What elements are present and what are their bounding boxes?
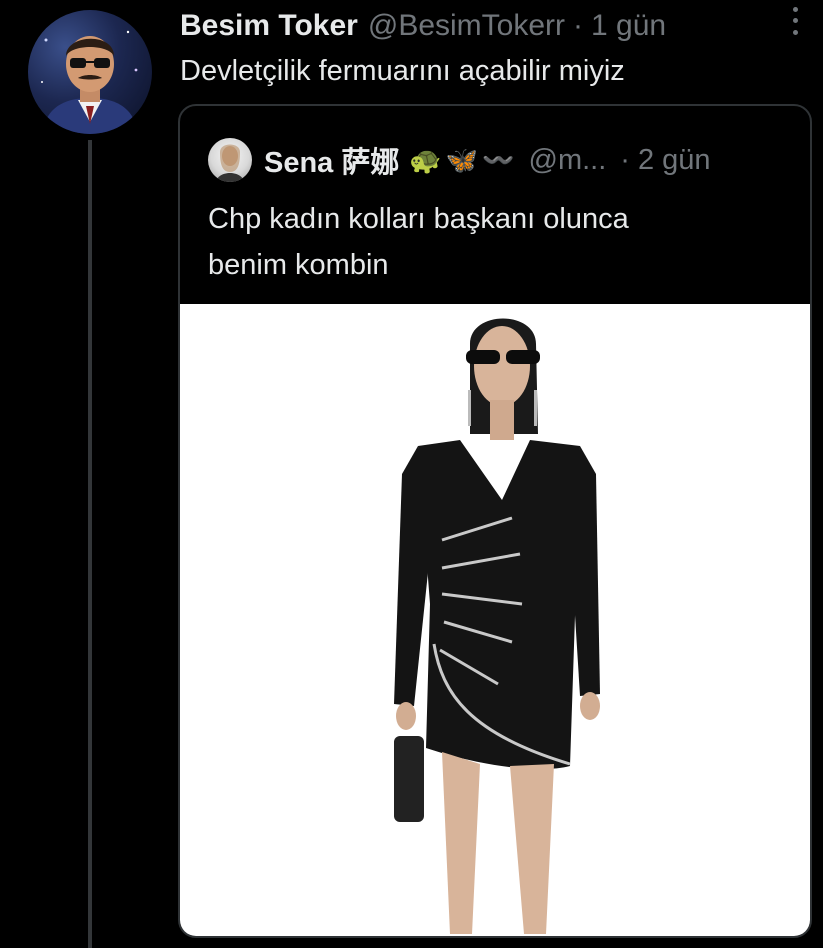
quoted-tweet-text: Chp kadın kolları başkanı olunca benim k…: [208, 196, 786, 288]
quoted-tweet-text-line2: benim kombin: [208, 249, 389, 281]
tweet-timestamp[interactable]: 1 gün: [591, 9, 666, 43]
author-avatar[interactable]: [28, 10, 152, 134]
tweet-header: Besim Toker @BesimTokerr · 1 gün: [180, 6, 803, 46]
thread-connector-line: [88, 140, 92, 948]
avatar-image: [41, 30, 138, 134]
quoted-tweet-header: Sena 萨娜 🐢🦋〰️ @m... · 2 gün: [208, 136, 790, 184]
quoted-author-handle: @m...: [528, 143, 607, 176]
author-handle[interactable]: @BesimTokerr: [368, 9, 565, 43]
separator-dot: ·: [620, 143, 630, 176]
more-options-icon[interactable]: [783, 4, 807, 38]
quoted-author-emoji: 🐢🦋〰️: [409, 144, 519, 175]
quoted-tweet-photo[interactable]: [180, 304, 810, 936]
author-name[interactable]: Besim Toker: [180, 9, 358, 43]
model-in-dress-image: [394, 318, 600, 934]
quoted-tweet-card[interactable]: Sena 萨娜 🐢🦋〰️ @m... · 2 gün Chp kadın kol…: [178, 104, 812, 938]
quoted-tweet-timestamp: 2 gün: [637, 143, 711, 176]
tweet-text: Devletçilik fermuarını açabilir miyiz: [180, 55, 625, 87]
quoted-tweet-text-line1: Chp kadın kolları başkanı olunca: [208, 203, 629, 235]
quoted-author-avatar: [208, 138, 252, 182]
separator-dot: ·: [573, 9, 584, 42]
quoted-author-name: Sena 萨娜: [264, 147, 400, 179]
